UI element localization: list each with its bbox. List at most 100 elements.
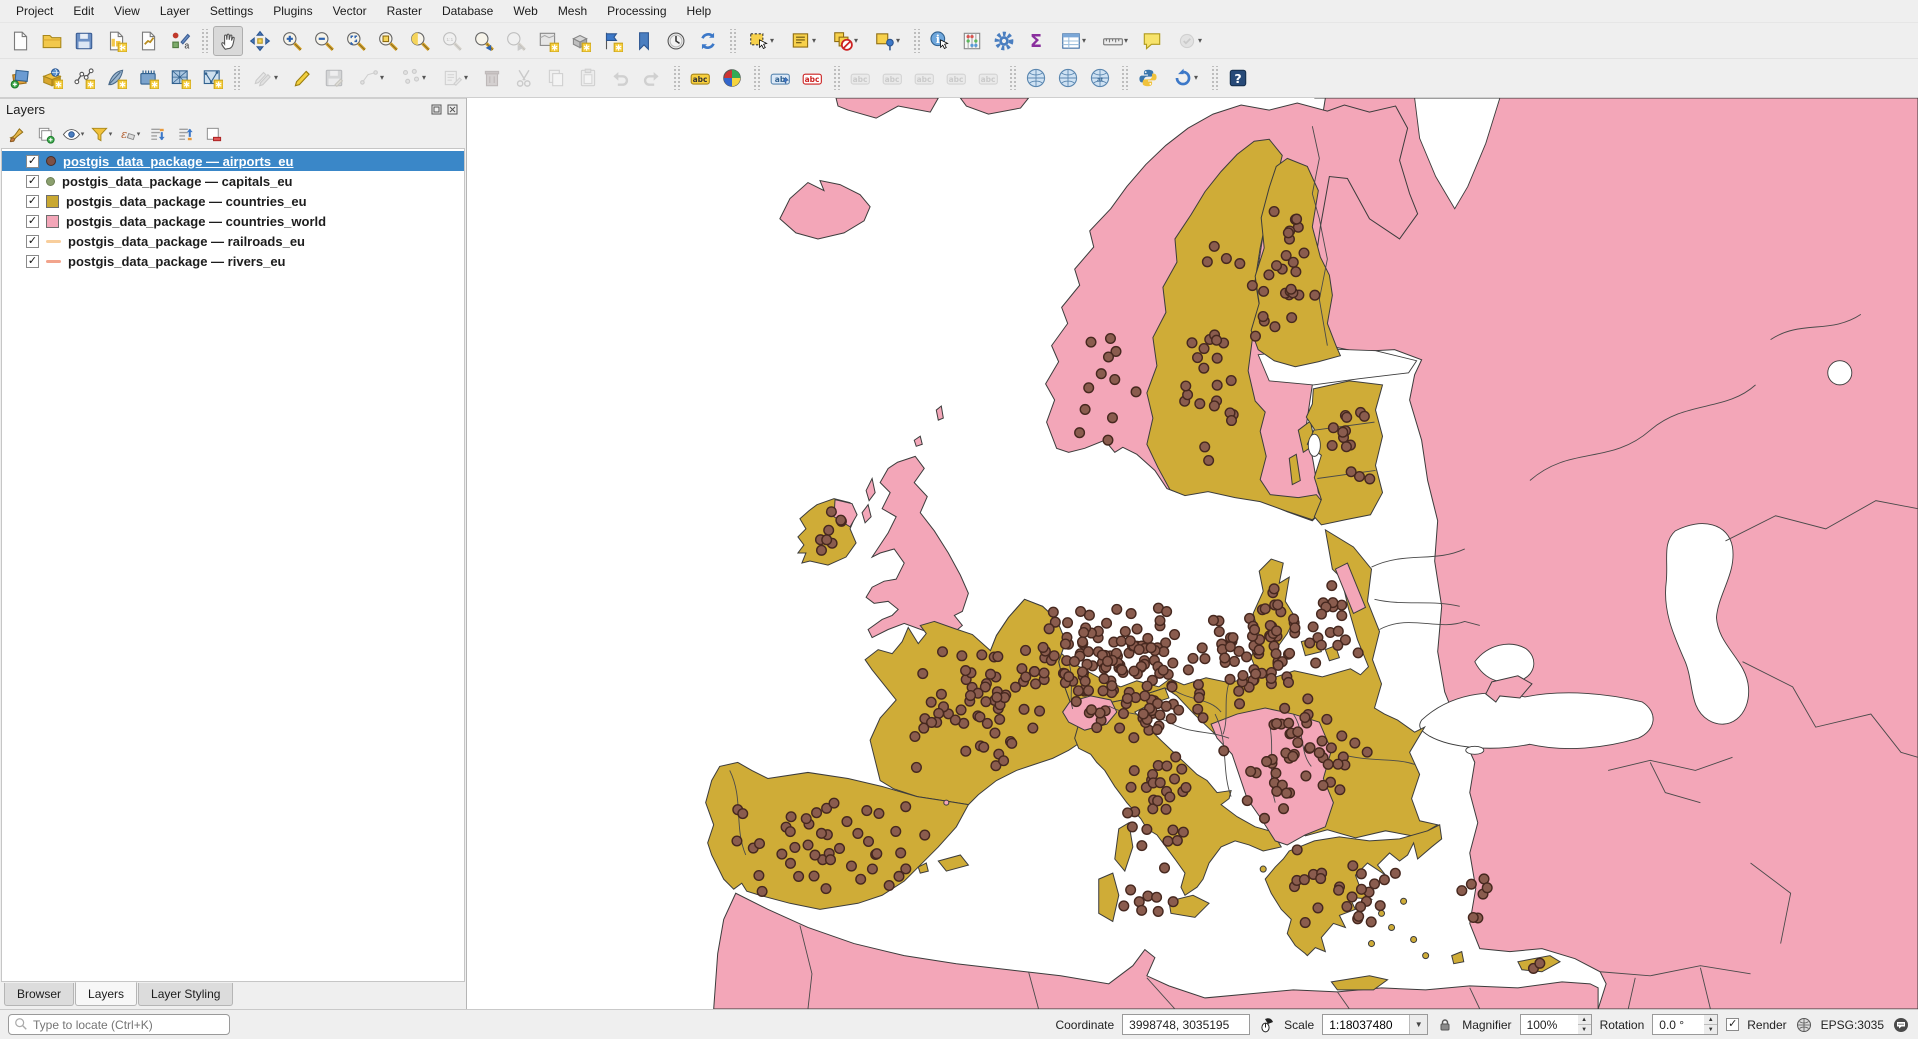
toolbar-web-service-2-button[interactable]: at <box>1085 63 1115 93</box>
dropdown-arrow-icon[interactable]: ▾ <box>464 74 468 82</box>
toolbar-zoom-in-button[interactable] <box>277 26 307 56</box>
toolbar-new-3d-map-view-button[interactable] <box>565 26 595 56</box>
locator[interactable] <box>8 1014 230 1035</box>
menu-layer[interactable]: Layer <box>150 1 200 21</box>
toolbar-new-print-layout-button[interactable] <box>101 26 131 56</box>
toolbar-style-manager-button[interactable]: a <box>165 26 195 56</box>
layer-checkbox[interactable]: ✓ <box>26 215 39 228</box>
layer-item-1[interactable]: ✓postgis_data_package — capitals_eu <box>2 171 464 191</box>
layers-panel-add-group-button[interactable] <box>32 122 58 146</box>
toolbar-new-spatial-bookmark-button[interactable] <box>597 26 627 56</box>
toolbar-modify-attributes-button[interactable]: ▾ <box>435 63 475 93</box>
panel-tab-browser[interactable]: Browser <box>4 983 74 1006</box>
layer-checkbox[interactable]: ✓ <box>26 255 39 268</box>
toolbar-toggle-editing-button[interactable] <box>287 63 317 93</box>
toolbar-pan-map-button[interactable] <box>213 26 243 56</box>
toolbar-paste-features-button[interactable] <box>573 63 603 93</box>
toolbar-select-by-value-button[interactable]: ▾ <box>783 26 823 56</box>
menu-processing[interactable]: Processing <box>597 1 676 21</box>
toolbar-new-project-button[interactable] <box>5 26 35 56</box>
scale-combo[interactable]: ▼ <box>1322 1014 1428 1035</box>
toolbar-pin-labels-button[interactable]: ab <box>765 63 795 93</box>
toolbar-pan-to-selection-button[interactable] <box>245 26 275 56</box>
toolbar-change-label-button[interactable]: abc <box>909 63 939 93</box>
panel-tab-layer-styling[interactable]: Layer Styling <box>138 983 233 1006</box>
toolbar-show-statistics-button[interactable]: Σ <box>1021 26 1051 56</box>
dropdown-arrow-icon[interactable]: ▾ <box>770 37 774 45</box>
coordinate-tracking-button[interactable] <box>1258 1016 1276 1034</box>
menu-plugins[interactable]: Plugins <box>263 1 322 21</box>
dropdown-arrow-icon[interactable]: ▾ <box>274 74 278 82</box>
toolbar-new-mesh-layer-button[interactable] <box>197 63 227 93</box>
toolbar-new-geopackage-db-button[interactable] <box>37 63 67 93</box>
toolbar-save-project-button[interactable] <box>69 26 99 56</box>
menu-help[interactable]: Help <box>677 1 722 21</box>
panel-tab-layers[interactable]: Layers <box>75 982 137 1006</box>
toolbar-copy-features-button[interactable] <box>541 63 571 93</box>
toolbar-identify-features-button[interactable]: i <box>925 26 955 56</box>
toolbar-new-geopackage-layer-button[interactable] <box>101 63 131 93</box>
render-checkbox[interactable]: ✓ <box>1726 1018 1739 1031</box>
toolbar-processing-history-button[interactable]: ▾ <box>1165 63 1205 93</box>
menu-edit[interactable]: Edit <box>63 1 104 21</box>
dropdown-arrow-icon[interactable]: ▾ <box>1194 74 1198 82</box>
toolbar-new-virtual-layer-button[interactable] <box>165 63 195 93</box>
scale-input[interactable] <box>1323 1018 1409 1032</box>
toolbar-zoom-full-button[interactable] <box>341 26 371 56</box>
layer-checkbox[interactable]: ✓ <box>26 175 39 188</box>
toolbar-layer-labeling-button[interactable]: abc <box>685 63 715 93</box>
dropdown-arrow-icon[interactable]: ▾ <box>380 74 384 82</box>
menu-project[interactable]: Project <box>6 1 63 21</box>
scale-dropdown-arrow[interactable]: ▼ <box>1409 1015 1427 1034</box>
menu-vector[interactable]: Vector <box>323 1 377 21</box>
crs-button[interactable] <box>1795 1016 1813 1034</box>
toolbar-refresh-map-button[interactable] <box>693 26 723 56</box>
toolbar-rotate-label-button[interactable]: abc <box>877 63 907 93</box>
toolbar-python-console-button[interactable] <box>1133 63 1163 93</box>
toolbar-temporal-controller-button[interactable] <box>661 26 691 56</box>
toolbar-zoom-next-button[interactable] <box>501 26 531 56</box>
locator-input[interactable] <box>8 1014 230 1035</box>
toolbar-highlight-pinned-labels-button[interactable]: abc <box>797 63 827 93</box>
rotation-spinner[interactable]: ▲▼ <box>1704 1014 1718 1035</box>
dropdown-arrow-icon[interactable]: ▾ <box>422 74 426 82</box>
toolbar-save-layer-edits-button[interactable] <box>319 63 349 93</box>
toolbar-move-label-button[interactable]: abc <box>845 63 875 93</box>
toolbar-zoom-to-layer-button[interactable] <box>405 26 435 56</box>
layers-panel-manage-visibility-button[interactable]: ▾ <box>60 122 86 146</box>
toolbar-vertex-tool-button[interactable]: ▾ <box>393 63 433 93</box>
toolbar-processing-toolbox-button[interactable] <box>989 26 1019 56</box>
menu-raster[interactable]: Raster <box>377 1 432 21</box>
toolbar-zoom-out-button[interactable] <box>309 26 339 56</box>
toolbar-new-spatialite-layer-button[interactable] <box>133 63 163 93</box>
toolbar-redo-button[interactable] <box>637 63 667 93</box>
coordinate-input[interactable] <box>1122 1014 1250 1035</box>
layers-panel-expand-all-button[interactable] <box>144 122 170 146</box>
toolbar-metasearch-button[interactable] <box>1021 63 1051 93</box>
dropdown-arrow-icon[interactable]: ▾ <box>81 130 85 138</box>
layer-item-0[interactable]: ✓postgis_data_package — airports_eu <box>2 151 464 171</box>
toolbar-web-service-1-button[interactable] <box>1053 63 1083 93</box>
rotation-input[interactable] <box>1652 1014 1704 1035</box>
layer-checkbox[interactable]: ✓ <box>26 235 39 248</box>
toolbar-zoom-last-button[interactable] <box>469 26 499 56</box>
toolbar-zoom-to-selection-button[interactable] <box>373 26 403 56</box>
scale-lock-button[interactable] <box>1436 1016 1454 1034</box>
toolbar-open-project-button[interactable] <box>37 26 67 56</box>
toolbar-callout-label-button[interactable]: abc <box>973 63 1003 93</box>
layers-panel-open-layer-styling-button[interactable] <box>4 122 30 146</box>
toolbar-select-features-button[interactable]: ▾ <box>741 26 781 56</box>
toolbar-layout-manager-button[interactable] <box>133 26 163 56</box>
toolbar-new-shapefile-layer-button[interactable] <box>69 63 99 93</box>
toolbar-zoom-native-button[interactable]: 1:1 <box>437 26 467 56</box>
layer-checkbox[interactable]: ✓ <box>26 195 39 208</box>
dropdown-arrow-icon[interactable]: ▾ <box>137 130 141 138</box>
layer-item-2[interactable]: ✓postgis_data_package — countries_eu <box>2 191 464 211</box>
dropdown-arrow-icon[interactable]: ▾ <box>1198 37 1202 45</box>
toolbar-deselect-features-button[interactable]: ▾ <box>825 26 865 56</box>
toolbar-open-attribute-table-button[interactable]: ▾ <box>1053 26 1093 56</box>
panel-close-button[interactable] <box>444 102 460 118</box>
toolbar-statistical-summary-button[interactable] <box>957 26 987 56</box>
dropdown-arrow-icon[interactable]: ▾ <box>1082 37 1086 45</box>
menu-view[interactable]: View <box>104 1 150 21</box>
